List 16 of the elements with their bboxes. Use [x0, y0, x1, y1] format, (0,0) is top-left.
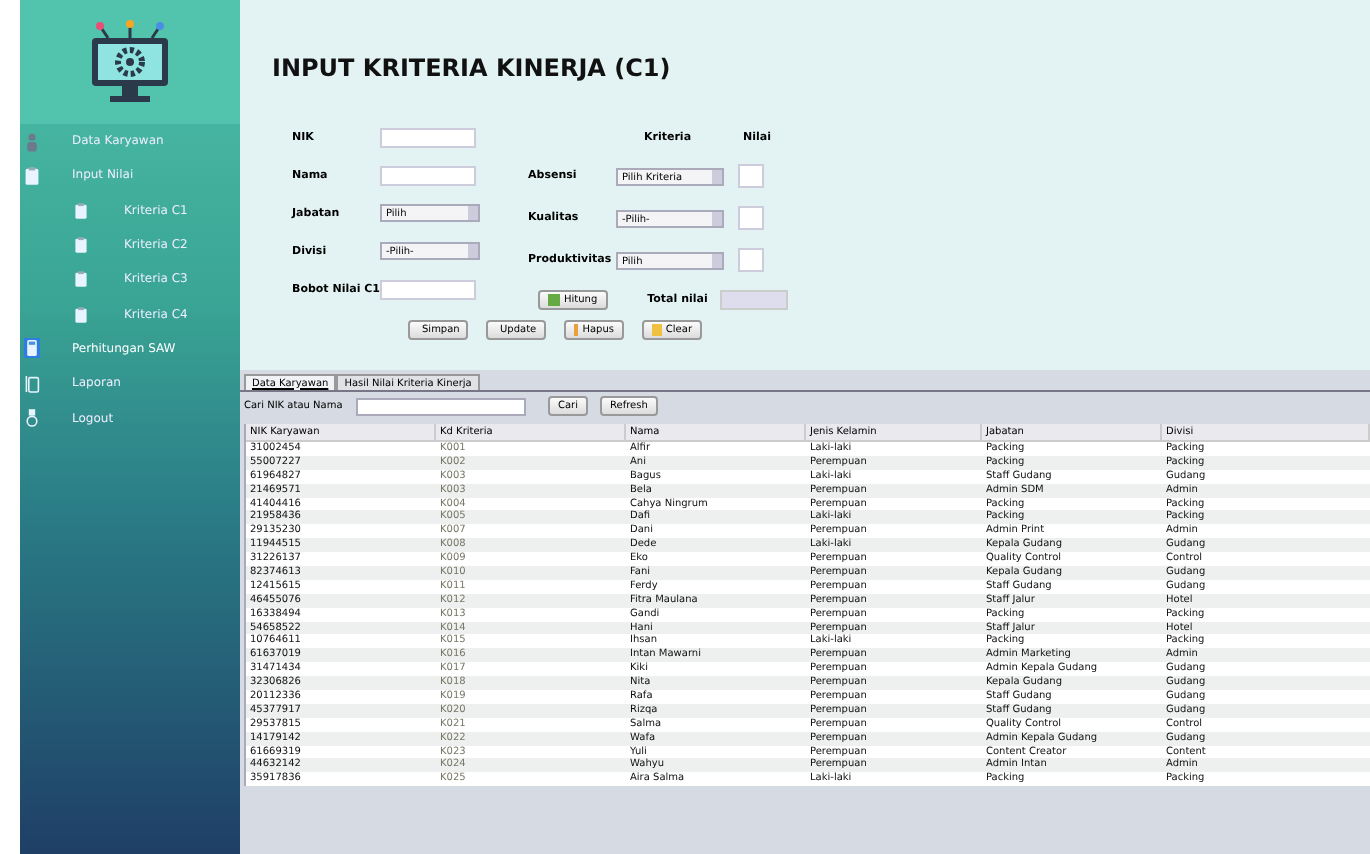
clipboard-icon: [24, 165, 40, 186]
bottle-icon: [24, 408, 40, 429]
score-field[interactable]: [738, 206, 764, 230]
people-icon: [24, 131, 40, 152]
calculator-icon: [24, 338, 40, 359]
input-field[interactable]: [380, 279, 476, 299]
clipboard-icon: [74, 201, 88, 220]
input-field[interactable]: [380, 165, 476, 185]
input-field[interactable]: [380, 127, 476, 147]
score-field[interactable]: [738, 164, 764, 188]
clipboard-icon: [74, 270, 88, 289]
score-field[interactable]: [738, 248, 764, 272]
clipboard-icon: [74, 236, 88, 255]
page-title: INPUT KRITERIA KINERJA (C1): [272, 54, 673, 82]
clipboard-icon: [74, 305, 88, 324]
search-field[interactable]: [356, 397, 526, 415]
